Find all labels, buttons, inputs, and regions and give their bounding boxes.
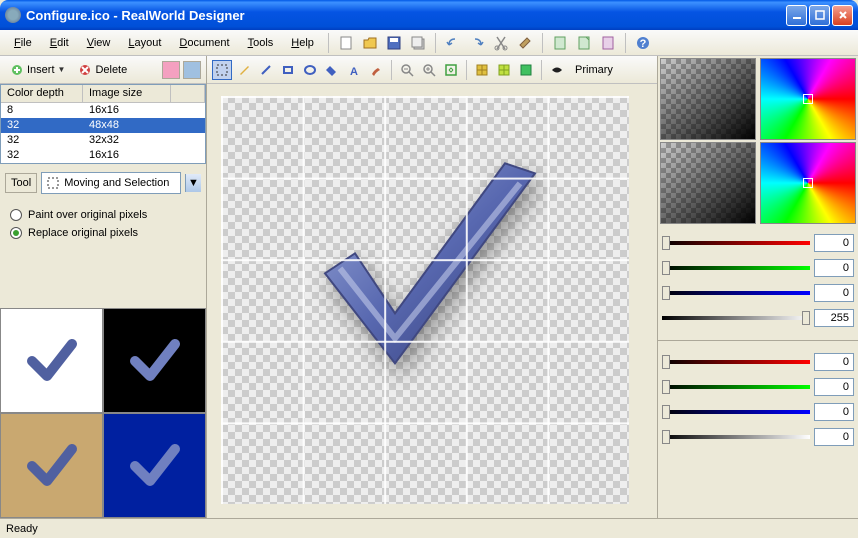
slider-red[interactable]	[662, 241, 810, 245]
undo-icon[interactable]	[445, 35, 461, 51]
doc2-icon[interactable]	[576, 35, 592, 51]
value-red-2[interactable]: 0	[814, 353, 854, 371]
close-button[interactable]	[832, 5, 853, 26]
slider-red-2[interactable]	[662, 360, 810, 364]
table-row[interactable]: 816x16	[1, 103, 205, 118]
value-green-2[interactable]: 0	[814, 378, 854, 396]
app-icon	[5, 7, 21, 23]
cut-icon[interactable]	[493, 35, 509, 51]
radio-replace[interactable]: Replace original pixels	[10, 224, 196, 242]
menu-edit[interactable]: Edit	[42, 34, 77, 52]
saturation-picker-1[interactable]	[660, 58, 756, 140]
insert-button[interactable]: Insert ▼	[5, 61, 70, 79]
left-panel: Insert ▼ Delete Color depth Image size 8…	[0, 56, 207, 518]
preview-black[interactable]	[103, 308, 206, 413]
color-swatch[interactable]	[547, 60, 567, 80]
tool-rect[interactable]	[278, 60, 298, 80]
zoom-out-icon[interactable]	[397, 60, 417, 80]
window-title: Configure.ico - RealWorld Designer	[26, 8, 786, 23]
value-blue-2[interactable]: 0	[814, 403, 854, 421]
menu-document[interactable]: Document	[171, 34, 237, 52]
tool-dropdown[interactable]: Moving and Selection	[41, 172, 181, 194]
slider-blue[interactable]	[662, 291, 810, 295]
delete-button[interactable]: Delete	[73, 61, 132, 79]
table-row[interactable]: 3232x32	[1, 133, 205, 148]
hue-picker-1[interactable]	[760, 58, 856, 140]
canvas-toolbar: A Primary	[207, 56, 657, 84]
slider-alpha-2[interactable]	[662, 435, 810, 439]
doc1-icon[interactable]	[552, 35, 568, 51]
menu-view[interactable]: View	[79, 34, 119, 52]
value-blue[interactable]: 0	[814, 284, 854, 302]
slider-blue-2[interactable]	[662, 410, 810, 414]
svg-text:A: A	[350, 66, 358, 77]
radio-icon	[10, 227, 22, 239]
svg-text:?: ?	[640, 38, 647, 50]
primary-label: Primary	[569, 64, 619, 76]
grid-1-icon[interactable]	[472, 60, 492, 80]
layer-btn-2[interactable]	[183, 61, 201, 79]
radio-paint-over[interactable]: Paint over original pixels	[10, 206, 196, 224]
layer-btn-1[interactable]	[162, 61, 180, 79]
saturation-picker-2[interactable]	[660, 142, 756, 224]
menu-file[interactable]: File	[6, 34, 40, 52]
slider-green-2[interactable]	[662, 385, 810, 389]
help-icon[interactable]: ?	[635, 35, 651, 51]
status-text: Ready	[6, 523, 38, 535]
dropdown-arrow-icon: ▼	[58, 65, 66, 74]
tool-brush[interactable]	[366, 60, 386, 80]
tool-line[interactable]	[256, 60, 276, 80]
slider-alpha[interactable]	[662, 316, 810, 320]
zoom-fit-icon[interactable]	[441, 60, 461, 80]
hue-picker-2[interactable]	[760, 142, 856, 224]
selection-icon	[46, 176, 60, 190]
center-panel: A Primary	[207, 56, 657, 518]
menu-help[interactable]: Help	[283, 34, 322, 52]
tool-ellipse[interactable]	[300, 60, 320, 80]
redo-icon[interactable]	[469, 35, 485, 51]
preview-tan[interactable]	[0, 413, 103, 518]
col-color-depth[interactable]: Color depth	[1, 85, 83, 102]
preview-white[interactable]	[0, 308, 103, 413]
table-row[interactable]: 3216x16	[1, 148, 205, 163]
status-bar: Ready	[0, 518, 858, 538]
menu-layout[interactable]: Layout	[120, 34, 169, 52]
save-all-icon[interactable]	[410, 35, 426, 51]
value-alpha[interactable]: 255	[814, 309, 854, 327]
minimize-button[interactable]	[786, 5, 807, 26]
slider-group-2: 0 0 0 0	[658, 340, 858, 453]
value-green[interactable]: 0	[814, 259, 854, 277]
tool-select-rect[interactable]	[212, 60, 232, 80]
radio-icon	[10, 209, 22, 221]
save-icon[interactable]	[386, 35, 402, 51]
grid-3-icon[interactable]	[516, 60, 536, 80]
tool-pencil[interactable]	[234, 60, 254, 80]
preview-grid	[0, 308, 206, 518]
menu-bar: File Edit View Layout Document Tools Hel…	[0, 30, 858, 56]
canvas-area[interactable]	[207, 84, 657, 518]
settings-icon[interactable]	[600, 35, 616, 51]
dropdown-arrow-icon[interactable]: ▼	[185, 174, 201, 192]
right-panel: 0 0 0 255 0 0 0 0	[657, 56, 858, 518]
slider-group-1: 0 0 0 255	[658, 226, 858, 334]
tool-text[interactable]: A	[344, 60, 364, 80]
open-icon[interactable]	[362, 35, 378, 51]
menu-tools[interactable]: Tools	[240, 34, 282, 52]
new-icon[interactable]	[338, 35, 354, 51]
maximize-button[interactable]	[809, 5, 830, 26]
grid-2-icon[interactable]	[494, 60, 514, 80]
value-red[interactable]: 0	[814, 234, 854, 252]
image-list-table: Color depth Image size 816x16 3248x48 32…	[0, 84, 206, 164]
table-row[interactable]: 3248x48	[1, 118, 205, 133]
slider-green[interactable]	[662, 266, 810, 270]
col-image-size[interactable]: Image size	[83, 85, 171, 102]
zoom-in-icon[interactable]	[419, 60, 439, 80]
paint-icon[interactable]	[517, 35, 533, 51]
title-bar: Configure.ico - RealWorld Designer	[0, 0, 858, 30]
tool-label: Tool	[5, 173, 37, 193]
tool-fill[interactable]	[322, 60, 342, 80]
preview-blue[interactable]	[103, 413, 206, 518]
value-alpha-2[interactable]: 0	[814, 428, 854, 446]
